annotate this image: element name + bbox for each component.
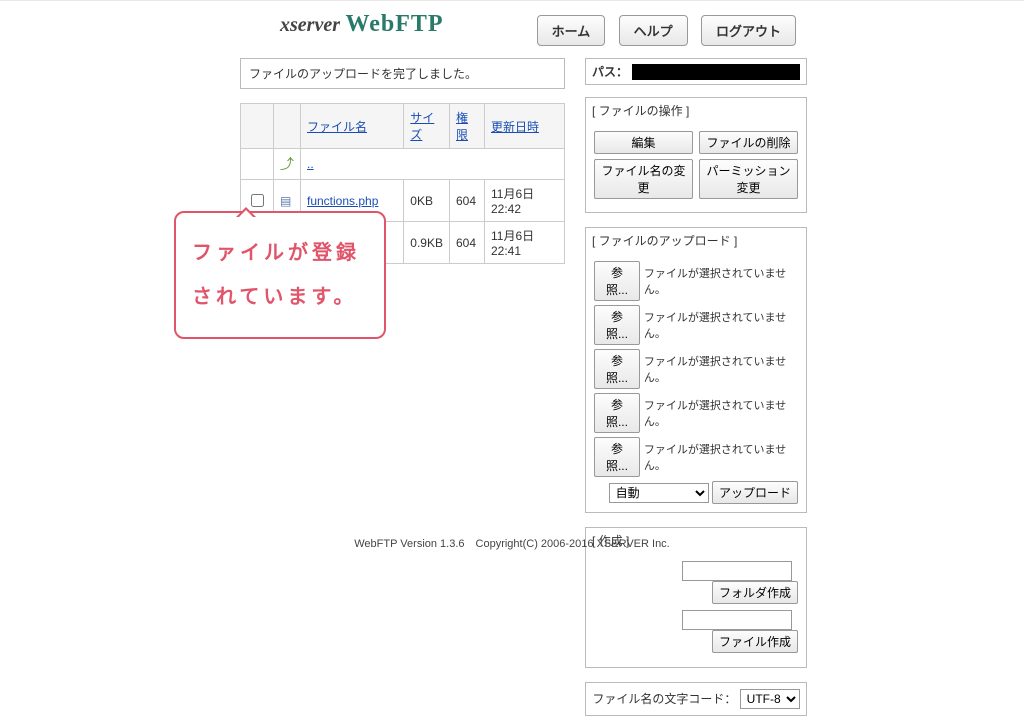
- file-perm: 604: [450, 222, 485, 264]
- filename-encoding-box: ファイル名の文字コード： UTF-8: [585, 682, 807, 716]
- logo-xserver: xserver: [280, 14, 340, 36]
- footer-text: WebFTP Version 1.3.6 Copyright(C) 2006-2…: [0, 535, 1024, 551]
- upload-panel: [ ファイルのアップロード ] 参照...ファイルが選択されていません。 参照.…: [585, 227, 807, 513]
- col-icon: [274, 104, 301, 149]
- upload-complete-message: ファイルのアップロードを完了しました。: [240, 58, 565, 89]
- parent-dir-row[interactable]: ⤴ ..: [241, 149, 565, 180]
- logo: xserver WebFTP: [280, 11, 444, 38]
- col-size[interactable]: サイズ: [410, 111, 434, 142]
- browse-button[interactable]: 参照...: [594, 349, 640, 389]
- file-link[interactable]: functions.php: [307, 194, 378, 208]
- path-label: パス：: [592, 63, 628, 80]
- no-file-text: ファイルが選択されていません。: [644, 353, 798, 385]
- create-folder-button[interactable]: フォルダ作成: [712, 581, 798, 604]
- encoding-label: ファイル名の文字コード：: [592, 692, 736, 706]
- file-ops-panel: [ ファイルの操作 ] 編集 ファイルの削除 ファイル名の変更 パーミッション変…: [585, 97, 807, 213]
- file-updated: 11月6日 22:42: [485, 180, 565, 222]
- no-file-text: ファイルが選択されていません。: [644, 397, 798, 429]
- home-button[interactable]: ホーム: [537, 15, 606, 46]
- no-file-text: ファイルが選択されていません。: [644, 265, 798, 297]
- file-size: 0.9KB: [404, 222, 450, 264]
- logout-button[interactable]: ログアウト: [701, 15, 796, 46]
- rename-button[interactable]: ファイル名の変更: [594, 159, 693, 199]
- folder-up-icon: ⤴: [280, 156, 294, 172]
- delete-button[interactable]: ファイルの削除: [699, 131, 798, 154]
- col-filename[interactable]: ファイル名: [307, 120, 367, 134]
- logo-webftp: WebFTP: [346, 11, 444, 37]
- col-updated[interactable]: 更新日時: [491, 120, 539, 134]
- browse-button[interactable]: 参照...: [594, 261, 640, 301]
- upload-button[interactable]: アップロード: [712, 481, 798, 504]
- file-name-input[interactable]: [682, 610, 792, 630]
- browse-button[interactable]: 参照...: [594, 305, 640, 345]
- folder-name-input[interactable]: [682, 561, 792, 581]
- file-updated: 11月6日 22:41: [485, 222, 565, 264]
- help-button[interactable]: ヘルプ: [619, 15, 688, 46]
- col-checkbox: [241, 104, 274, 149]
- file-icon: ▤: [280, 194, 291, 208]
- col-perm[interactable]: 権限: [456, 111, 468, 142]
- file-size: 0KB: [404, 180, 450, 222]
- create-file-button[interactable]: ファイル作成: [712, 630, 798, 653]
- browse-button[interactable]: 参照...: [594, 437, 640, 477]
- no-file-text: ファイルが選択されていません。: [644, 441, 798, 473]
- parent-dir-link[interactable]: ..: [307, 157, 314, 171]
- file-ops-title: [ ファイルの操作 ]: [586, 98, 806, 123]
- path-box: パス：: [585, 58, 807, 85]
- upload-encoding-select[interactable]: 自動: [609, 483, 709, 503]
- browse-button[interactable]: 参照...: [594, 393, 640, 433]
- no-file-text: ファイルが選択されていません。: [644, 309, 798, 341]
- path-value: [632, 64, 800, 80]
- filename-encoding-select[interactable]: UTF-8: [740, 689, 800, 709]
- edit-button[interactable]: 編集: [594, 131, 693, 154]
- file-perm: 604: [450, 180, 485, 222]
- upload-title: [ ファイルのアップロード ]: [586, 228, 806, 253]
- callout-file-registered: ファイルが登録されています。: [174, 211, 386, 339]
- chmod-button[interactable]: パーミッション変更: [699, 159, 798, 199]
